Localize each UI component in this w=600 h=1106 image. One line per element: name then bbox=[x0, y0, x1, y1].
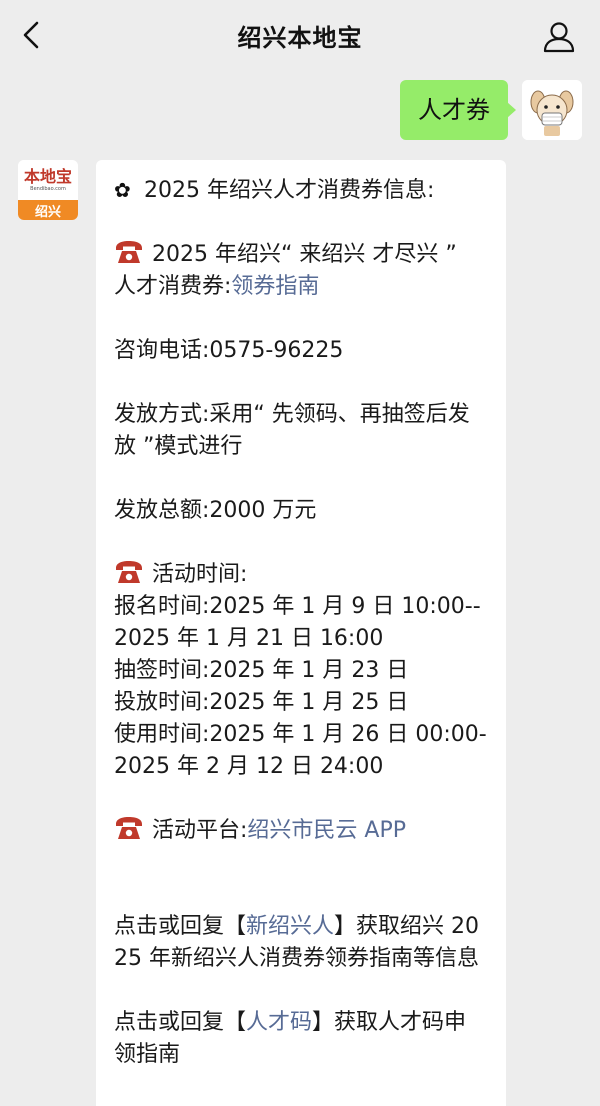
user-avatar[interactable] bbox=[522, 80, 582, 140]
page-title: 绍兴本地宝 bbox=[237, 23, 363, 52]
reply-talent-code: 点击或回复【人才码】获取人才码申领指南 bbox=[114, 1007, 488, 1071]
guide-link[interactable]: 领券指南 bbox=[231, 274, 319, 299]
logo-sub-text: Bendibao.com bbox=[30, 185, 66, 192]
platform-link[interactable]: 绍兴市民云 APP bbox=[247, 818, 406, 843]
coupon-line-2: 人才消费券: bbox=[114, 274, 232, 299]
logo-city-label: 绍兴 bbox=[18, 200, 78, 220]
heading-text: 2025 年绍兴人才消费券信息: bbox=[144, 178, 435, 203]
consult-phone: 咨询电话:0575-96225 bbox=[114, 338, 344, 363]
lottery-time: 抽签时间:2025 年 1 月 23 日 bbox=[114, 658, 409, 683]
telephone-icon bbox=[116, 241, 142, 263]
chat-header: 绍兴本地宝 bbox=[0, 0, 600, 70]
reply-new-shaoxing: 点击或回复【新绍兴人】获取绍兴 2025 年新绍兴人消费券领券指南等信息 bbox=[114, 911, 488, 975]
flower-icon: ✿ bbox=[114, 178, 131, 202]
keyword-link-new-shaoxing[interactable]: 新绍兴人 bbox=[246, 914, 334, 939]
coupon-info: 2025 年绍兴“ 来绍兴 才尽兴 ” 人才消费券:领券指南 bbox=[114, 239, 488, 303]
chevron-left-icon bbox=[23, 21, 39, 49]
logo-main-text: 本地宝 bbox=[23, 166, 72, 186]
total-amount: 发放总额:2000 万元 bbox=[114, 498, 317, 523]
profile-button[interactable] bbox=[540, 18, 578, 56]
account-avatar[interactable]: 本地宝 Bendibao.com 绍兴 bbox=[18, 160, 78, 220]
time-heading-text: 活动时间: bbox=[152, 562, 248, 587]
back-button[interactable] bbox=[14, 18, 48, 52]
reply1-prefix: 点击或回复【 bbox=[114, 914, 247, 939]
keyword-link-talent-code[interactable]: 人才码 bbox=[246, 1010, 312, 1035]
time-heading: 活动时间: bbox=[114, 559, 488, 591]
incoming-message-bubble: ✿ 2025 年绍兴人才消费券信息: 2025 年绍兴“ 来绍兴 才尽兴 ” 人才… bbox=[96, 160, 506, 1106]
chat-screen: 绍兴本地宝 人才券 本地宝 Bendibao.com 绍兴 ✿ 2025 年绍兴… bbox=[0, 0, 600, 1106]
puppy-avatar-icon bbox=[522, 80, 582, 140]
usage-time: 使用时间:2025 年 1 月 26 日 00:00-2025 年 2 月 12… bbox=[114, 722, 487, 779]
bendibao-logo: 本地宝 Bendibao.com bbox=[18, 160, 78, 200]
telephone-icon bbox=[116, 561, 142, 583]
platform-label: 活动平台: bbox=[152, 818, 248, 843]
reply2-prefix: 点击或回复【 bbox=[114, 1010, 247, 1035]
release-time: 投放时间:2025 年 1 月 25 日 bbox=[114, 690, 409, 715]
coupon-line-1: 2025 年绍兴“ 来绍兴 才尽兴 ” bbox=[152, 242, 457, 267]
outgoing-message-bubble[interactable]: 人才券 bbox=[400, 80, 516, 140]
person-icon bbox=[543, 22, 575, 53]
message-heading: ✿ 2025 年绍兴人才消费券信息: bbox=[114, 174, 488, 207]
outgoing-message-row: 人才券 bbox=[400, 80, 582, 140]
distribution-method: 发放方式:采用“ 先领码、再抽签后发放 ”模式进行 bbox=[114, 402, 470, 459]
signup-time: 报名时间:2025 年 1 月 9 日 10:00--2025 年 1 月 21… bbox=[114, 594, 481, 651]
platform-line: 活动平台:绍兴市民云 APP bbox=[114, 815, 488, 847]
telephone-icon bbox=[116, 817, 142, 839]
